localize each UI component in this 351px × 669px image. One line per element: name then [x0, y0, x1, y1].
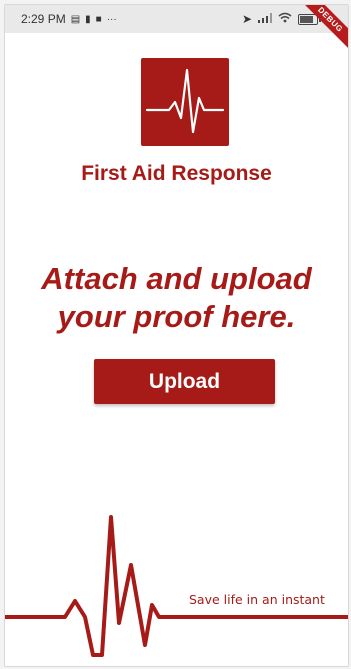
location-icon: ➤ — [241, 12, 252, 26]
message-icon: ▤ — [70, 13, 81, 25]
app-screen: 2:29 PM ▤ ▮ ■ ··· ➤ DEBUG First Aid Resp… — [4, 4, 349, 667]
headline: Attach and upload your proof here. — [5, 260, 348, 336]
more-icon: ··· — [106, 13, 117, 25]
tagline: Save life in an instant — [189, 592, 325, 607]
app-title: First Aid Response — [81, 162, 272, 185]
signal-icon — [258, 12, 272, 26]
wifi-icon — [278, 12, 292, 26]
status-bar-left: 2:29 PM ▤ ▮ ■ ··· — [21, 12, 117, 26]
video-icon: ■ — [95, 13, 102, 25]
headline-line-2: your proof here. — [57, 299, 296, 334]
status-time: 2:29 PM — [21, 12, 66, 26]
trash-icon: ▮ — [85, 13, 91, 25]
upload-button[interactable]: Upload — [94, 359, 275, 404]
heartbeat-icon — [141, 58, 229, 146]
headline-line-1: Attach and upload — [41, 261, 312, 296]
status-bar: 2:29 PM ▤ ▮ ■ ··· ➤ DEBUG — [5, 5, 348, 54]
heartbeat-line-icon — [5, 515, 348, 657]
